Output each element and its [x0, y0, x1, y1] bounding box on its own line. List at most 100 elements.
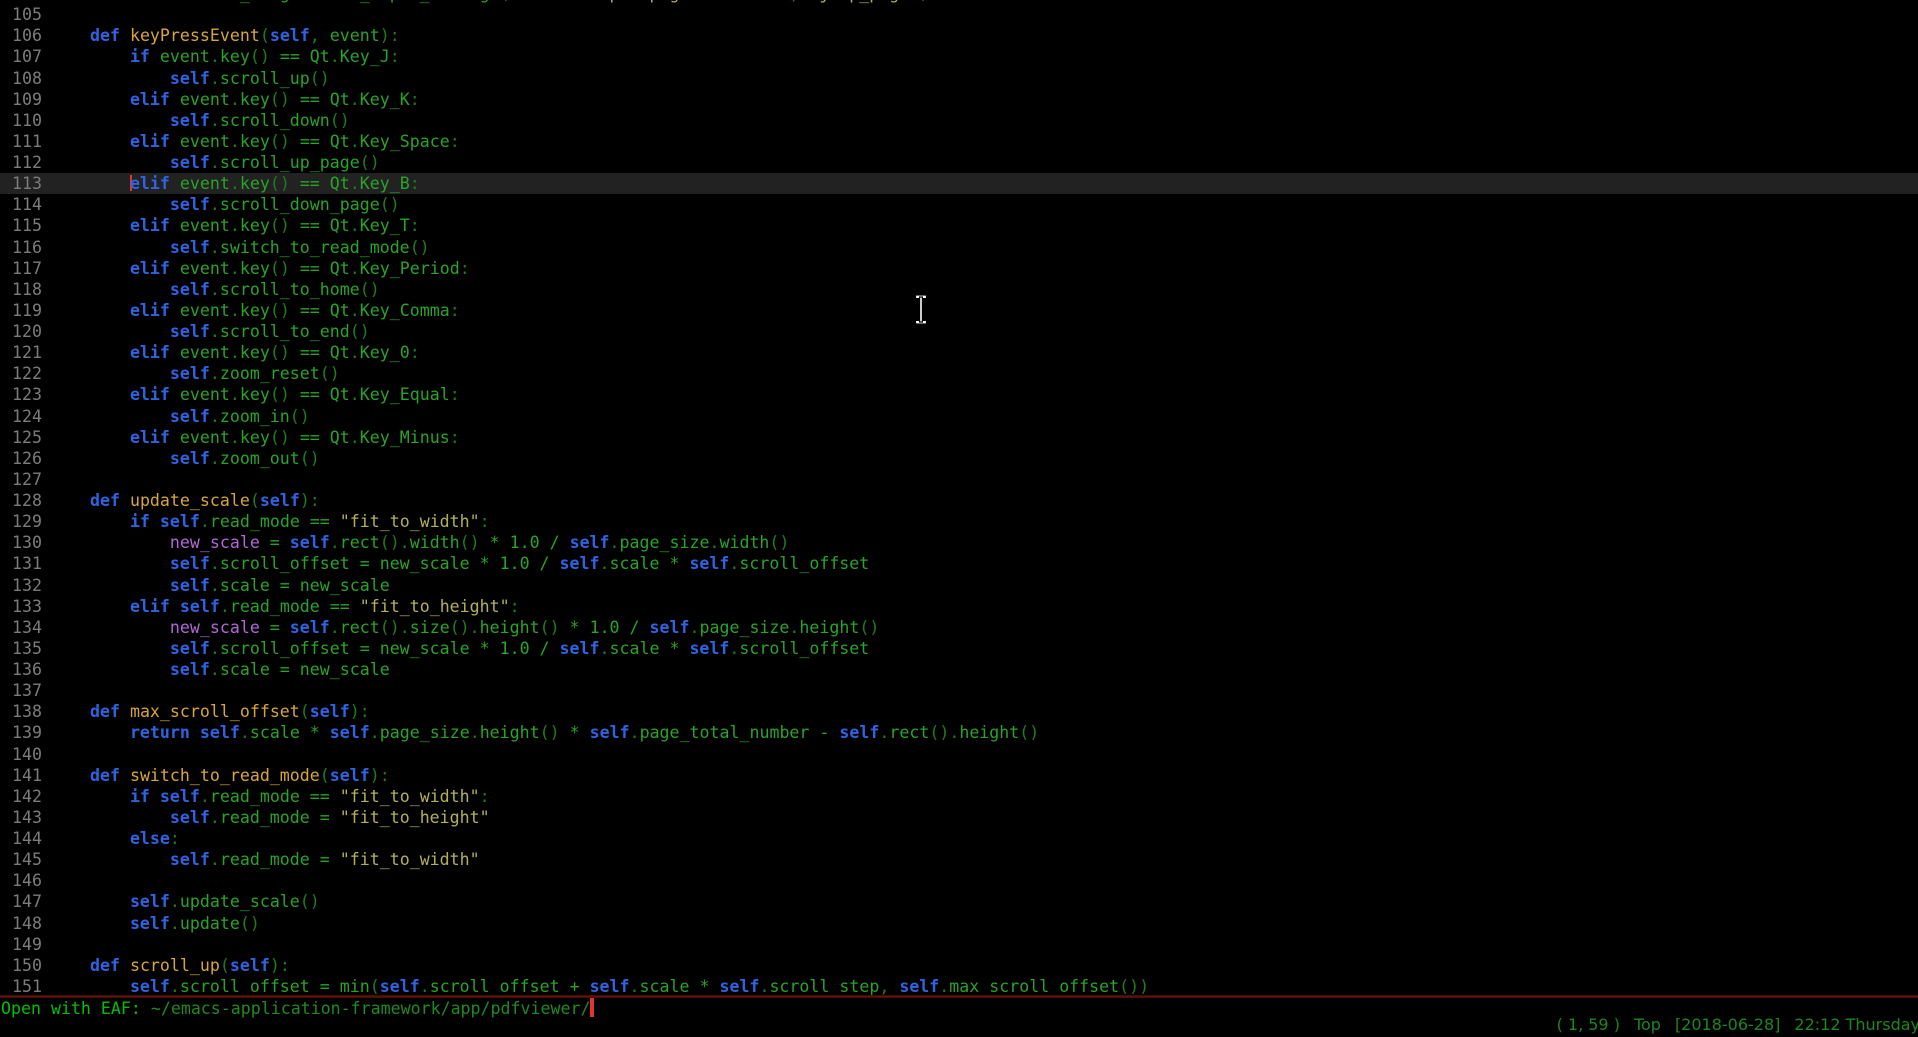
line-number: 149 [0, 934, 42, 955]
code-line[interactable]: 142 if self.read_mode == "fit_to_width": [0, 786, 1918, 807]
code-text: self.scale = new_scale [42, 575, 390, 596]
code-line[interactable]: 112 self.scroll_up_page() [0, 152, 1918, 173]
line-number: 131 [0, 553, 42, 574]
code-line[interactable]: 149 [0, 934, 1918, 955]
code-text: self.scroll_offset = min(self.scroll_off… [42, 976, 1149, 995]
code-line[interactable]: 145 self.read_mode = "fit_to_width" [0, 849, 1918, 870]
line-number: 109 [0, 89, 42, 110]
code-text: self.update_scale() [42, 891, 320, 912]
code-line[interactable]: 110 self.scroll_down() [0, 110, 1918, 131]
code-text: self.buffer_widget.send_input_message("P… [42, 0, 929, 4]
code-line[interactable]: 108 self.scroll_up() [0, 68, 1918, 89]
code-line[interactable]: 115 elif event.key() == Qt.Key_T: [0, 215, 1918, 236]
code-text: self.scroll_to_home() [42, 279, 380, 300]
code-line[interactable]: 119 elif event.key() == Qt.Key_Comma: [0, 300, 1918, 321]
code-line[interactable]: 124 self.zoom_in() [0, 406, 1918, 427]
line-number: 119 [0, 300, 42, 321]
code-line[interactable]: 114 self.scroll_down_page() [0, 194, 1918, 215]
line-number: 145 [0, 849, 42, 870]
code-text: self.switch_to_read_mode() [42, 237, 430, 258]
code-line[interactable]: 143 self.read_mode = "fit_to_height" [0, 807, 1918, 828]
code-line[interactable]: 118 self.scroll_to_home() [0, 279, 1918, 300]
scroll-position: Top [1634, 1015, 1661, 1034]
code-line[interactable]: 133 elif self.read_mode == "fit_to_heigh… [0, 596, 1918, 617]
code-line[interactable]: 139 return self.scale * self.page_size.h… [0, 722, 1918, 743]
code-text: def switch_to_read_mode(self): [42, 765, 390, 786]
line-number: 134 [0, 617, 42, 638]
code-line[interactable]: 105 [0, 4, 1918, 25]
code-line[interactable]: 138 def max_scroll_offset(self): [0, 701, 1918, 722]
line-number: 122 [0, 363, 42, 384]
code-text: new_scale = self.rect().size().height() … [42, 617, 879, 638]
line-number: 110 [0, 110, 42, 131]
code-text: elif event.key() == Qt.Key_Equal: [42, 384, 460, 405]
code-text: elif event.key() == Qt.Key_K: [42, 89, 420, 110]
line-number: 105 [0, 4, 42, 25]
code-text: self.scroll_offset = new_scale * 1.0 / s… [42, 553, 869, 574]
code-text: self.scroll_down() [42, 110, 350, 131]
code-text: self.scroll_up() [42, 68, 330, 89]
code-line[interactable]: 132 self.scale = new_scale [0, 575, 1918, 596]
modeline-status: ( 1, 59 )Top[2018-06-28]22:12 Thursday [1543, 1015, 1918, 1037]
code-line[interactable]: 131 self.scroll_offset = new_scale * 1.0… [0, 553, 1918, 574]
code-line[interactable]: 126 self.zoom_out() [0, 448, 1918, 469]
code-text: elif event.key() == Qt.Key_B: [42, 173, 420, 194]
i-beam-mouse-cursor [913, 294, 929, 326]
code-line[interactable]: 150 def scroll_up(self): [0, 955, 1918, 976]
code-text: elif self.read_mode == "fit_to_height": [42, 596, 520, 617]
code-line[interactable]: 128 def update_scale(self): [0, 490, 1918, 511]
code-line[interactable]: 135 self.scroll_offset = new_scale * 1.0… [0, 638, 1918, 659]
code-text: elif event.key() == Qt.Key_0: [42, 342, 420, 363]
line-number: 116 [0, 237, 42, 258]
code-line[interactable]: 109 elif event.key() == Qt.Key_K: [0, 89, 1918, 110]
code-text: self.zoom_in() [42, 406, 310, 427]
code-line[interactable]: 134 new_scale = self.rect().size().heigh… [0, 617, 1918, 638]
line-number: 144 [0, 828, 42, 849]
code-text: self.zoom_reset() [42, 363, 340, 384]
minibuffer-value: ~/emacs-application-framework/app/pdfvie… [151, 999, 591, 1018]
code-line[interactable]: 107 if event.key() == Qt.Key_J: [0, 46, 1918, 67]
code-line[interactable]: 121 elif event.key() == Qt.Key_0: [0, 342, 1918, 363]
code-line[interactable]: 130 new_scale = self.rect().width() * 1.… [0, 532, 1918, 553]
line-number: 146 [0, 870, 42, 891]
code-line[interactable]: 136 self.scale = new_scale [0, 659, 1918, 680]
code-text: self.scroll_offset = new_scale * 1.0 / s… [42, 638, 869, 659]
line-number: 112 [0, 152, 42, 173]
line-number: 133 [0, 596, 42, 617]
code-line[interactable]: 137 [0, 680, 1918, 701]
code-line[interactable]: 113 elif event.key() == Qt.Key_B: [0, 173, 1918, 194]
code-text: self.scroll_to_end() [42, 321, 370, 342]
code-line[interactable]: 120 self.scroll_to_end() [0, 321, 1918, 342]
code-line[interactable]: 144 else: [0, 828, 1918, 849]
code-line[interactable]: 116 self.switch_to_read_mode() [0, 237, 1918, 258]
line-number: 129 [0, 511, 42, 532]
code-text: if self.read_mode == "fit_to_width": [42, 786, 490, 807]
code-line[interactable]: 125 elif event.key() == Qt.Key_Minus: [0, 427, 1918, 448]
code-line[interactable]: 111 elif event.key() == Qt.Key_Space: [0, 131, 1918, 152]
line-number: 141 [0, 765, 42, 786]
line-number: 124 [0, 406, 42, 427]
code-text: self.scale = new_scale [42, 659, 390, 680]
code-line[interactable]: 122 self.zoom_reset() [0, 363, 1918, 384]
line-number: 139 [0, 722, 42, 743]
code-line[interactable]: 148 self.update() [0, 913, 1918, 934]
code-editor-buffer[interactable]: self.buffer_widget.send_input_message("P… [0, 0, 1918, 995]
code-text: else: [42, 828, 180, 849]
code-text: return self.scale * self.page_size.heigh… [42, 722, 1039, 743]
code-text: if event.key() == Qt.Key_J: [42, 46, 400, 67]
code-line[interactable]: 127 [0, 469, 1918, 490]
code-line[interactable]: 140 [0, 744, 1918, 765]
code-line[interactable]: 147 self.update_scale() [0, 891, 1918, 912]
code-line[interactable]: 151 self.scroll_offset = min(self.scroll… [0, 976, 1918, 995]
code-line[interactable]: 123 elif event.key() == Qt.Key_Equal: [0, 384, 1918, 405]
line-number: 132 [0, 575, 42, 596]
line-number: 117 [0, 258, 42, 279]
code-line[interactable]: 146 [0, 870, 1918, 891]
code-text: def keyPressEvent(self, event): [42, 25, 400, 46]
line-number: 114 [0, 194, 42, 215]
code-line[interactable]: 117 elif event.key() == Qt.Key_Period: [0, 258, 1918, 279]
code-line[interactable]: 106 def keyPressEvent(self, event): [0, 25, 1918, 46]
code-line[interactable]: 141 def switch_to_read_mode(self): [0, 765, 1918, 786]
code-line[interactable]: 129 if self.read_mode == "fit_to_width": [0, 511, 1918, 532]
line-number: 113 [0, 173, 42, 194]
